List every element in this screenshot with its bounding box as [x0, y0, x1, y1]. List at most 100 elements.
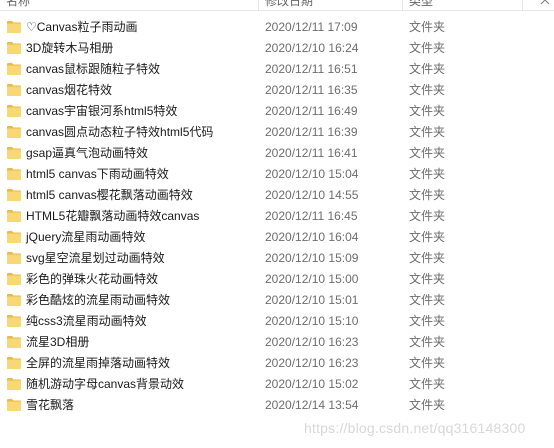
list-item[interactable]: jQuery流星雨动画特效 2020/12/10 16:04 文件夹: [0, 227, 554, 248]
list-item[interactable]: 随机游动字母canvas背景动效 2020/12/10 15:02 文件夹: [0, 374, 554, 395]
modified-date: 2020/12/14 13:54: [265, 398, 359, 412]
list-item[interactable]: 彩色的弹珠火花动画特效 2020/12/10 15:00 文件夹: [0, 269, 554, 290]
folder-icon: [7, 357, 21, 369]
list-item[interactable]: canvas烟花特效 2020/12/11 16:35 文件夹: [0, 80, 554, 101]
list-item[interactable]: html5 canvas下雨动画特效 2020/12/10 15:04 文件夹: [0, 164, 554, 185]
file-name: html5 canvas樱花飘落动画特效: [26, 188, 193, 202]
modified-date: 2020/12/11 16:39: [265, 125, 358, 139]
column-header-date[interactable]: 修改日期: [265, 0, 313, 10]
folder-icon: [7, 378, 21, 390]
file-name: html5 canvas下雨动画特效: [26, 167, 169, 181]
folder-icon: [7, 147, 21, 159]
list-item[interactable]: 彩色酷炫的流星雨动画特效 2020/12/10 15:01 文件夹: [0, 290, 554, 311]
modified-date: 2020/12/10 15:09: [265, 251, 359, 265]
modified-date: 2020/12/10 15:04: [265, 167, 359, 181]
file-name: svg星空流星划过动画特效: [26, 251, 165, 265]
modified-date: 2020/12/11 16:45: [265, 209, 358, 223]
file-type: 文件夹: [409, 209, 446, 223]
column-divider[interactable]: [402, 0, 403, 10]
file-type: 文件夹: [409, 314, 446, 328]
list-item[interactable]: 流星3D相册 2020/12/10 16:23 文件夹: [0, 332, 554, 353]
folder-icon: [7, 315, 21, 327]
list-item[interactable]: canvas鼠标跟随粒子特效 2020/12/11 16:51 文件夹: [0, 59, 554, 80]
file-name: HTML5花瓣飘落动画特效canvas: [26, 209, 200, 223]
modified-date: 2020/12/11 16:35: [265, 83, 358, 97]
list-item[interactable]: HTML5花瓣飘落动画特效canvas 2020/12/11 16:45 文件夹: [0, 206, 554, 227]
watermark-text: https://blog.csdn.net/qq316148300: [304, 420, 526, 436]
folder-icon: [7, 294, 21, 306]
modified-date: 2020/12/11 16:41: [265, 146, 358, 160]
modified-date: 2020/12/10 14:55: [265, 188, 359, 202]
modified-date: 2020/12/11 16:51: [265, 62, 358, 76]
list-item[interactable]: canvas圆点动态粒子特效html5代码 2020/12/11 16:39 文件夹: [0, 122, 554, 143]
file-type: 文件夹: [409, 356, 446, 370]
list-item[interactable]: html5 canvas樱花飘落动画特效 2020/12/10 14:55 文件夹: [0, 185, 554, 206]
file-type: 文件夹: [409, 188, 446, 202]
folder-icon: [7, 63, 21, 75]
file-type: 文件夹: [409, 104, 446, 118]
file-type: 文件夹: [409, 125, 446, 139]
column-header-name[interactable]: 名称: [6, 0, 30, 10]
list-item[interactable]: gsap逼真气泡动画特效 2020/12/11 16:41 文件夹: [0, 143, 554, 164]
folder-icon: [7, 105, 21, 117]
file-type: 文件夹: [409, 62, 446, 76]
modified-date: 2020/12/10 15:01: [265, 293, 359, 307]
folder-icon: [7, 21, 21, 33]
file-name: 彩色的弹珠火花动画特效: [26, 272, 159, 286]
file-name: 流星3D相册: [26, 335, 90, 349]
folder-icon: [7, 399, 21, 411]
file-type: 文件夹: [409, 251, 446, 265]
list-item[interactable]: 纯css3流星雨动画特效 2020/12/10 15:10 文件夹: [0, 311, 554, 332]
file-name: jQuery流星雨动画特效: [26, 230, 146, 244]
file-name: 随机游动字母canvas背景动效: [26, 377, 185, 391]
folder-icon: [7, 252, 21, 264]
chevron-up-icon[interactable]: [540, 0, 550, 8]
column-header-type[interactable]: 类型: [409, 0, 433, 10]
modified-date: 2020/12/11 16:49: [265, 104, 358, 118]
file-type: 文件夹: [409, 41, 446, 55]
file-type: 文件夹: [409, 230, 446, 244]
file-type: 文件夹: [409, 146, 446, 160]
folder-icon: [7, 189, 21, 201]
folder-icon: [7, 210, 21, 222]
modified-date: 2020/12/10 15:10: [265, 314, 359, 328]
modified-date: 2020/12/10 16:23: [265, 335, 359, 349]
file-name: canvas烟花特效: [26, 83, 113, 97]
file-type: 文件夹: [409, 377, 446, 391]
folder-icon: [7, 336, 21, 348]
file-name: ♡Canvas粒子雨动画: [26, 20, 138, 34]
folder-icon: [7, 231, 21, 243]
column-divider[interactable]: [258, 0, 259, 10]
list-item[interactable]: ♡Canvas粒子雨动画 2020/12/11 17:09 文件夹: [0, 17, 554, 38]
modified-date: 2020/12/10 16:04: [265, 230, 359, 244]
file-name: gsap逼真气泡动画特效: [26, 146, 149, 160]
modified-date: 2020/12/10 15:00: [265, 272, 359, 286]
file-name: 全屏的流星雨掉落动画特效: [26, 356, 171, 370]
file-name: 纯css3流星雨动画特效: [26, 314, 147, 328]
file-type: 文件夹: [409, 293, 446, 307]
list-item[interactable]: svg星空流星划过动画特效 2020/12/10 15:09 文件夹: [0, 248, 554, 269]
file-type: 文件夹: [409, 167, 446, 181]
file-type: 文件夹: [409, 398, 446, 412]
folder-icon: [7, 168, 21, 180]
column-header-bar: 名称 修改日期 类型: [0, 0, 554, 11]
file-name: canvas圆点动态粒子特效html5代码: [26, 125, 214, 139]
modified-date: 2020/12/10 16:23: [265, 356, 359, 370]
modified-date: 2020/12/10 15:02: [265, 377, 359, 391]
folder-icon: [7, 84, 21, 96]
file-name: canvas鼠标跟随粒子特效: [26, 62, 161, 76]
file-name: 雪花飘落: [26, 398, 75, 412]
file-type: 文件夹: [409, 20, 446, 34]
list-item[interactable]: 全屏的流星雨掉落动画特效 2020/12/10 16:23 文件夹: [0, 353, 554, 374]
list-item[interactable]: 雪花飘落 2020/12/14 13:54 文件夹: [0, 395, 554, 416]
file-name: canvas宇宙银河系html5特效: [26, 104, 178, 118]
column-divider[interactable]: [522, 0, 523, 10]
modified-date: 2020/12/10 16:24: [265, 41, 359, 55]
file-type: 文件夹: [409, 335, 446, 349]
list-item[interactable]: canvas宇宙银河系html5特效 2020/12/11 16:49 文件夹: [0, 101, 554, 122]
list-item[interactable]: 3D旋转木马相册 2020/12/10 16:24 文件夹: [0, 38, 554, 59]
folder-icon: [7, 273, 21, 285]
folder-icon: [7, 42, 21, 54]
file-list: ♡Canvas粒子雨动画 2020/12/11 17:09 文件夹 3D旋转木马相册 2…: [0, 17, 554, 416]
file-type: 文件夹: [409, 272, 446, 286]
